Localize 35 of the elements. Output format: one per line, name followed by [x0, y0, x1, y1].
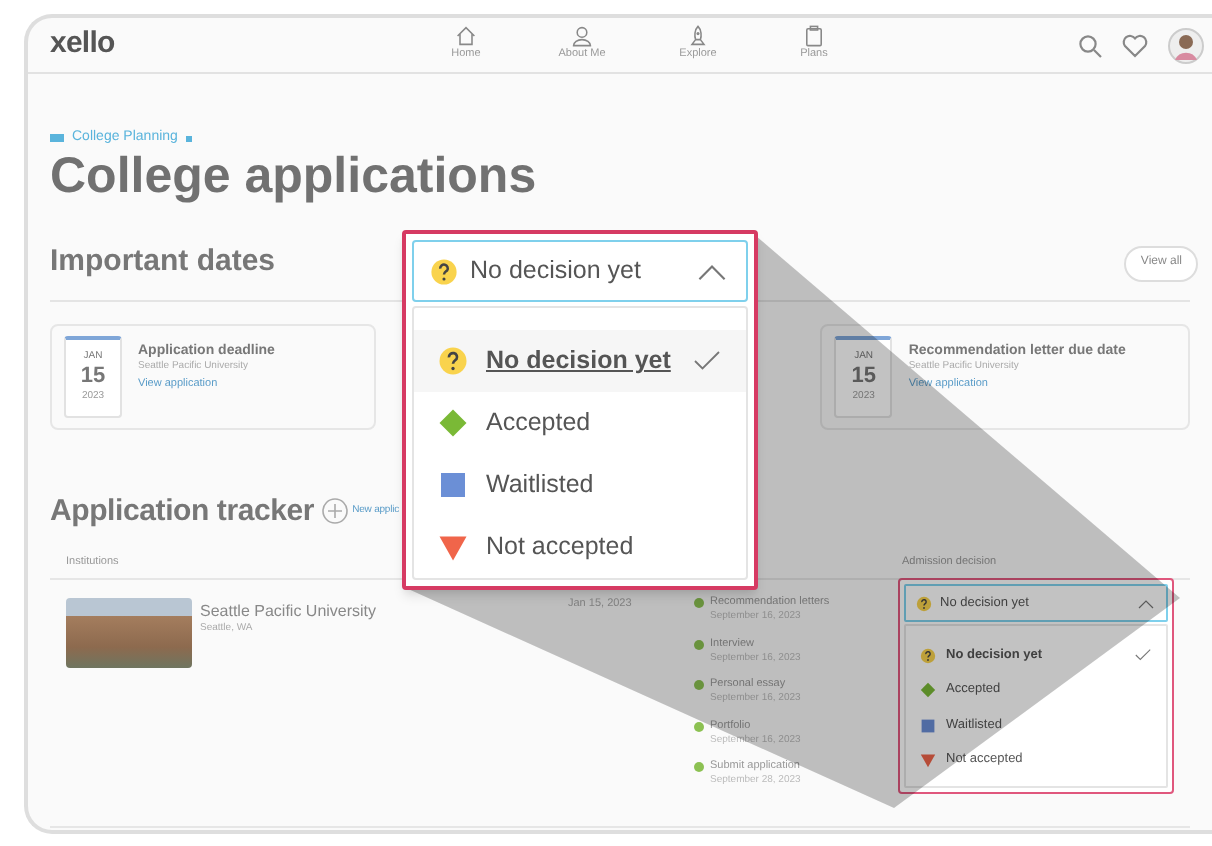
avatar-icon[interactable]: [1168, 27, 1204, 63]
person-icon: [570, 24, 594, 48]
dropdown-option[interactable]: Waitlisted: [414, 454, 746, 516]
rocket-icon: [686, 24, 710, 48]
square-icon: [920, 717, 936, 734]
triangle-icon: [920, 752, 936, 769]
question-icon: [920, 647, 936, 664]
breadcrumb-marker-icon: [185, 135, 192, 142]
triangle-icon: [438, 532, 468, 562]
institution-name[interactable]: Seattle Pacific University: [200, 600, 377, 624]
breadcrumb-marker-icon: [50, 134, 64, 143]
home-icon: [454, 24, 478, 48]
heart-icon[interactable]: [1122, 33, 1148, 57]
decision-dropdown[interactable]: No decision yet: [412, 240, 748, 302]
plus-icon[interactable]: [322, 498, 349, 525]
dropdown-option[interactable]: No decision yet: [414, 330, 746, 392]
question-icon: [430, 257, 458, 285]
dropdown-option[interactable]: Not accepted: [414, 516, 746, 578]
square-icon: [438, 470, 468, 500]
question-icon: [916, 595, 932, 611]
diamond-icon: [438, 408, 468, 438]
dropdown-option[interactable]: Accepted: [414, 392, 746, 454]
section-heading: Application tracker: [50, 491, 315, 531]
logo[interactable]: xello: [50, 22, 115, 68]
page-title: College applications: [50, 145, 539, 205]
diamond-icon: [920, 682, 936, 699]
question-icon: [438, 346, 468, 376]
section-heading: Important dates: [50, 242, 276, 283]
calendar-day: 15: [851, 364, 876, 388]
check-icon: [692, 346, 722, 376]
calendar-day: 15: [80, 364, 106, 388]
search-icon[interactable]: [1078, 33, 1102, 57]
photo-placeholder: [66, 598, 192, 668]
clipboard-icon: [802, 24, 826, 48]
check-icon: [1134, 646, 1152, 665]
